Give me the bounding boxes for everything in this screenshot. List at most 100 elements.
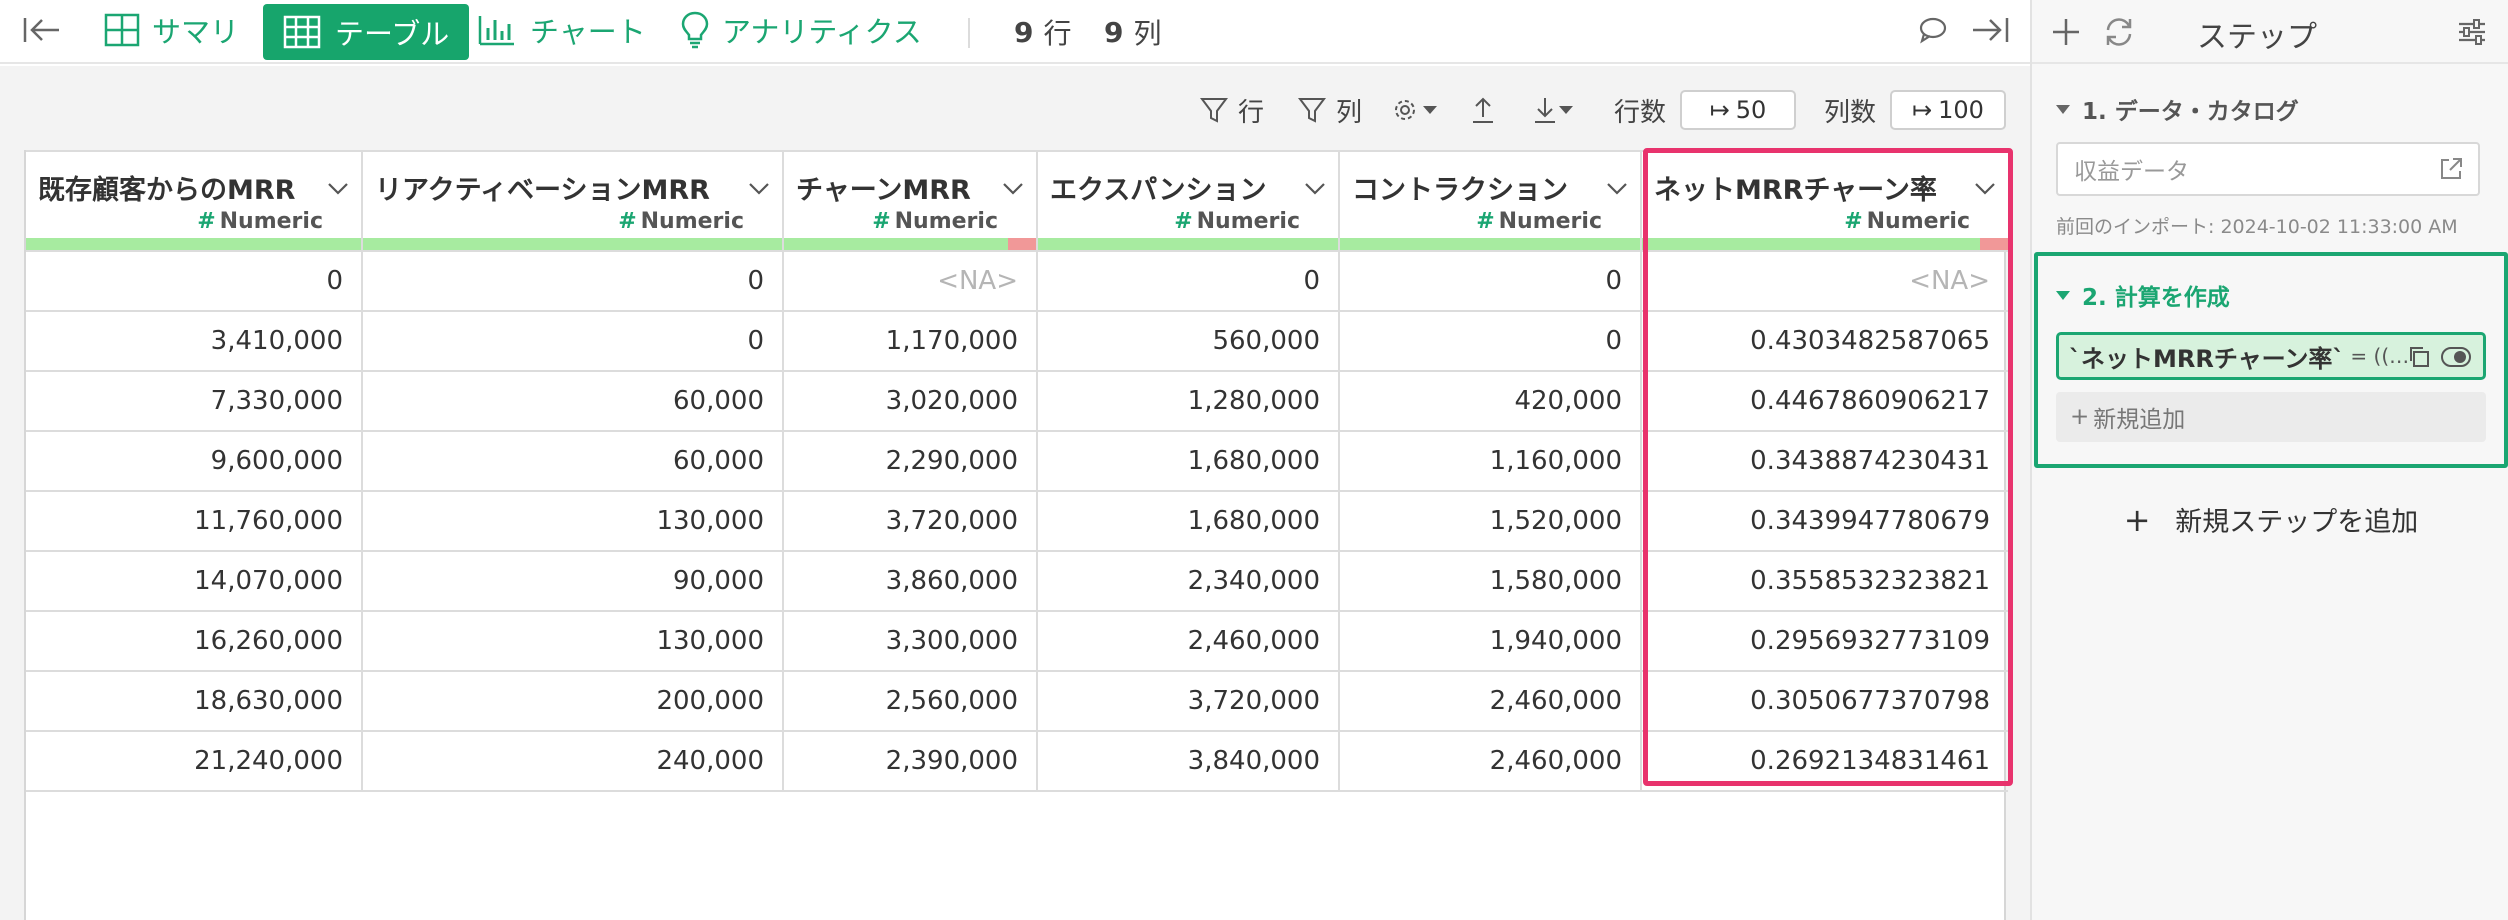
table-cell[interactable]: 0: [1037, 250, 1340, 311]
table-cell[interactable]: 2,460,000: [1037, 610, 1340, 671]
table-cell[interactable]: 18,630,000: [26, 670, 363, 731]
column-header[interactable]: ネットMRRチャーン率 # Numeric: [1641, 150, 2008, 251]
table-cell[interactable]: 3,720,000: [1037, 670, 1340, 731]
eye-toggle-icon[interactable]: [2441, 346, 2471, 368]
table-cell[interactable]: 0.3439947780679: [1641, 490, 2008, 551]
table-cell[interactable]: 3,410,000: [26, 310, 363, 371]
column-header[interactable]: 既存顧客からのMRR # Numeric: [26, 150, 363, 251]
chevron-down-icon[interactable]: [1002, 172, 1024, 203]
table-cell[interactable]: 0.3438874230431: [1641, 430, 2008, 491]
table-cell[interactable]: 0: [1339, 310, 1642, 371]
table-cell[interactable]: 0: [26, 250, 363, 311]
table-cell[interactable]: 1,160,000: [1339, 430, 1642, 491]
refresh-button[interactable]: [2102, 16, 2136, 52]
chevron-down-icon[interactable]: [748, 172, 770, 203]
table-cell[interactable]: 1,680,000: [1037, 490, 1340, 551]
table-cell[interactable]: 2,560,000: [783, 670, 1038, 731]
catalog-field[interactable]: 収益データ: [2056, 142, 2480, 196]
table-row: 16,260,000 130,000 3,300,000 2,460,000 1,940…: [26, 610, 2008, 671]
table-cell[interactable]: 21,240,000: [26, 730, 363, 792]
formula-chip[interactable]: `ネットMRRチャーン率` = ((…: [2056, 332, 2486, 380]
upload-button[interactable]: [1470, 90, 1496, 130]
chevron-down-icon[interactable]: [1974, 172, 1996, 203]
table-cell[interactable]: 3,840,000: [1037, 730, 1340, 792]
column-header[interactable]: コントラクション # Numeric: [1339, 150, 1642, 251]
column-name: ネットMRRチャーン率: [1654, 175, 1937, 206]
chevron-down-icon[interactable]: [1304, 172, 1326, 203]
column-filter-button[interactable]: 列: [1298, 90, 1362, 130]
panel-settings-button[interactable]: [2456, 16, 2488, 52]
column-header[interactable]: エクスパンション # Numeric: [1037, 150, 1340, 251]
table-cell[interactable]: 0: [1339, 250, 1642, 311]
table-cell[interactable]: 9,600,000: [26, 430, 363, 491]
table-cell[interactable]: 2,390,000: [783, 730, 1038, 792]
tab-chart[interactable]: チャート: [478, 0, 646, 60]
copy-icon[interactable]: [2407, 345, 2431, 369]
table-cell[interactable]: 0.2692134831461: [1641, 730, 2008, 792]
table-cell[interactable]: 0.2956932773109: [1641, 610, 2008, 671]
table-cell[interactable]: 1,580,000: [1339, 550, 1642, 611]
table-cell[interactable]: 3,020,000: [783, 370, 1038, 431]
table-cell[interactable]: 0: [362, 310, 784, 371]
table-cell[interactable]: 2,290,000: [783, 430, 1038, 491]
table-cell[interactable]: 14,070,000: [26, 550, 363, 611]
external-link-icon[interactable]: [2438, 156, 2464, 182]
column-header[interactable]: リアクティベーションMRR # Numeric: [362, 150, 784, 251]
table-cell[interactable]: 0.3558532323821: [1641, 550, 2008, 611]
table-cell[interactable]: 1,280,000: [1037, 370, 1340, 431]
table-cell[interactable]: 2,460,000: [1339, 730, 1642, 792]
comment-button[interactable]: [1918, 0, 1948, 60]
download-menu-button[interactable]: [1532, 90, 1574, 130]
table-cell[interactable]: 11,760,000: [26, 490, 363, 551]
chevron-down-icon[interactable]: [327, 172, 349, 203]
collapse-left-button[interactable]: [22, 0, 62, 60]
table-cell[interactable]: 3,300,000: [783, 610, 1038, 671]
table-cell[interactable]: 90,000: [362, 550, 784, 611]
table-cell[interactable]: 2,460,000: [1339, 670, 1642, 731]
table-cell[interactable]: 60,000: [362, 430, 784, 491]
table-cell[interactable]: 16,260,000: [26, 610, 363, 671]
add-new-step-button[interactable]: + 新規ステップを追加: [2032, 500, 2508, 539]
tab-summary[interactable]: サマリ: [104, 0, 239, 60]
chevron-down-icon[interactable]: [1606, 172, 1628, 203]
row-filter-button[interactable]: 行: [1200, 90, 1264, 130]
lightbulb-icon: [681, 11, 709, 49]
table-cell[interactable]: 130,000: [362, 610, 784, 671]
column-header[interactable]: チャーンMRR # Numeric: [783, 150, 1038, 251]
tab-analytics[interactable]: アナリティクス: [680, 0, 922, 60]
table-cell[interactable]: 200,000: [362, 670, 784, 731]
add-step-button[interactable]: [2050, 16, 2082, 52]
step-2-header[interactable]: 2. 計算を作成: [2056, 278, 2230, 312]
table-cell[interactable]: <NA>: [783, 250, 1038, 311]
rows-limit-input[interactable]: ↦ 50: [1680, 90, 1796, 130]
cols-limit-input[interactable]: ↦ 100: [1890, 90, 2006, 130]
table-cell[interactable]: 1,680,000: [1037, 430, 1340, 491]
table-cell[interactable]: 560,000: [1037, 310, 1340, 371]
add-new-calculation-button[interactable]: + 新規追加: [2056, 392, 2486, 442]
table-cell[interactable]: 1,940,000: [1339, 610, 1642, 671]
arrow-right-bar-icon: ↦: [1912, 96, 1933, 124]
table-tools-bar: 行 列 行数 ↦ 50 列数 ↦ 100: [0, 66, 2030, 150]
collapse-right-button[interactable]: [1970, 0, 2010, 60]
table-row: 11,760,000 130,000 3,720,000 1,680,000 1,520…: [26, 490, 2008, 551]
table-cell[interactable]: 0.3050677370798: [1641, 670, 2008, 731]
table-cell[interactable]: 0: [362, 250, 784, 311]
table-cell[interactable]: 240,000: [362, 730, 784, 792]
table-cell[interactable]: 1,170,000: [783, 310, 1038, 371]
step-1-header[interactable]: 1. データ・カタログ: [2056, 92, 2299, 126]
table-cell[interactable]: 0.4467860906217: [1641, 370, 2008, 431]
table-cell[interactable]: 0.4303482587065: [1641, 310, 2008, 371]
tab-table[interactable]: テーブル: [263, 4, 470, 60]
plus-icon: +: [2070, 404, 2090, 430]
caret-down-icon: [1423, 106, 1437, 114]
table-cell[interactable]: 420,000: [1339, 370, 1642, 431]
table-cell[interactable]: 3,860,000: [783, 550, 1038, 611]
table-cell[interactable]: 130,000: [362, 490, 784, 551]
table-cell[interactable]: <NA>: [1641, 250, 2008, 311]
table-cell[interactable]: 7,330,000: [26, 370, 363, 431]
table-cell[interactable]: 1,520,000: [1339, 490, 1642, 551]
table-cell[interactable]: 2,340,000: [1037, 550, 1340, 611]
settings-menu-button[interactable]: [1392, 90, 1438, 130]
table-cell[interactable]: 3,720,000: [783, 490, 1038, 551]
table-cell[interactable]: 60,000: [362, 370, 784, 431]
